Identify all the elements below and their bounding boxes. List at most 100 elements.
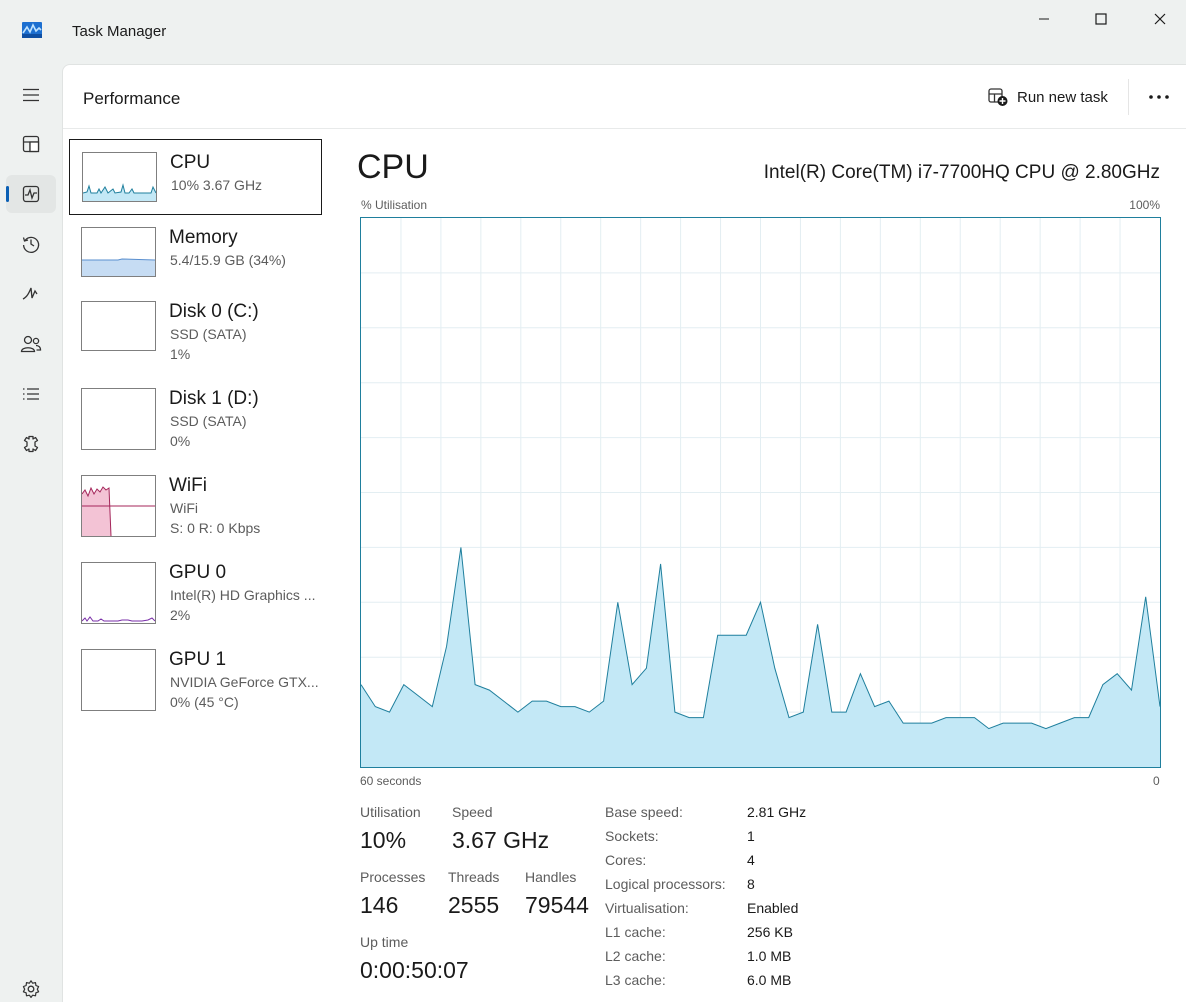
- resource-item-gpu0[interactable]: GPU 0 Intel(R) HD Graphics ... 2%: [69, 552, 322, 628]
- spec-value: 4: [747, 852, 755, 868]
- resource-detail: Intel(R) HD Graphics ...: [170, 587, 316, 603]
- speed-value: 3.67 GHz: [452, 827, 550, 853]
- resource-name: GPU 0: [169, 562, 227, 583]
- cpu-graph-svg: [360, 218, 1161, 767]
- task-manager-icon: [22, 22, 42, 38]
- maximize-button[interactable]: [1078, 8, 1124, 30]
- spec-value: 8: [747, 876, 755, 892]
- navigation-rail: [0, 64, 62, 1002]
- cpu-utilisation-graph: [360, 217, 1161, 768]
- spec-label: Logical processors:: [605, 876, 726, 892]
- resource-name: Memory: [169, 227, 238, 248]
- resource-name: Disk 1 (D:): [169, 388, 259, 409]
- resource-item-gpu1[interactable]: GPU 1 NVIDIA GeForce GTX... 0% (45 °C): [69, 639, 322, 715]
- spec-label: Base speed:: [605, 804, 683, 820]
- utilisation-label: Utilisation: [360, 804, 421, 820]
- processes-label: Processes: [360, 869, 426, 885]
- gpu0-thumbnail: [81, 562, 156, 624]
- cpu-model: Intel(R) Core(TM) i7-7700HQ CPU @ 2.80GH…: [763, 162, 1160, 183]
- resource-name: CPU: [170, 152, 211, 173]
- window-title: Task Manager: [72, 23, 167, 40]
- spec-label: Sockets:: [605, 828, 659, 844]
- nav-users[interactable]: [6, 325, 56, 363]
- resource-detail: 10% 3.67 GHz: [171, 177, 263, 193]
- spec-value: 1.0 MB: [747, 948, 792, 964]
- spec-label: L3 cache:: [605, 972, 666, 988]
- nav-details[interactable]: [6, 375, 56, 413]
- processes-value: 146: [360, 892, 399, 918]
- run-new-task-button[interactable]: Run new task: [987, 83, 1108, 111]
- resource-item-disk0[interactable]: Disk 0 (C:) SSD (SATA) 1%: [69, 291, 322, 367]
- resource-name: GPU 1: [169, 649, 227, 670]
- spec-value: 1: [747, 828, 755, 844]
- resource-detail: SSD (SATA): [170, 413, 247, 429]
- threads-label: Threads: [448, 869, 500, 885]
- page-title: Performance: [83, 89, 181, 108]
- resource-item-wifi[interactable]: WiFi WiFi S: 0 R: 0 Kbps: [69, 465, 322, 541]
- main-content: Performance Run new task CPU 10% 3.67 GH…: [62, 64, 1186, 1002]
- resource-usage: 2%: [170, 607, 191, 623]
- uptime-value: 0:00:50:07: [360, 957, 469, 983]
- cpu-thumbnail: [82, 152, 157, 202]
- services-icon: [23, 435, 39, 453]
- settings-gear-icon: [22, 980, 40, 998]
- users-icon: [20, 335, 42, 353]
- utilisation-value: 10%: [360, 827, 407, 853]
- handles-value: 79544: [525, 892, 589, 918]
- graph-axis-end: 0: [1153, 774, 1160, 788]
- close-button[interactable]: [1137, 8, 1183, 30]
- resource-detail: WiFi: [170, 500, 198, 516]
- graph-label-max: 100%: [1129, 198, 1160, 212]
- uptime-label: Up time: [360, 934, 409, 950]
- resource-usage: 0%: [170, 433, 191, 449]
- spec-value: 6.0 MB: [747, 972, 792, 988]
- disk1-thumbnail: [81, 388, 156, 450]
- threads-value: 2555: [448, 892, 500, 918]
- resource-usage: 0% (45 °C): [170, 694, 239, 710]
- nav-processes[interactable]: [6, 125, 56, 163]
- nav-performance[interactable]: [6, 175, 56, 213]
- resource-detail: 5.4/15.9 GB (34%): [170, 252, 286, 268]
- detail-title: CPU: [357, 148, 429, 186]
- spec-value: 2.81 GHz: [747, 804, 807, 820]
- graph-axis-start: 60 seconds: [360, 774, 422, 788]
- nav-menu-button[interactable]: [6, 76, 56, 114]
- nav-settings[interactable]: [6, 970, 56, 1002]
- wifi-thumbnail: [81, 475, 156, 537]
- resource-detail: SSD (SATA): [170, 326, 247, 342]
- handles-label: Handles: [525, 869, 577, 885]
- resource-name: Disk 0 (C:): [169, 301, 259, 322]
- hamburger-icon: [23, 88, 39, 102]
- nav-startup-apps[interactable]: [6, 275, 56, 313]
- nav-app-history[interactable]: [6, 225, 56, 263]
- resource-item-cpu[interactable]: CPU 10% 3.67 GHz: [69, 139, 322, 215]
- page-header: Performance Run new task: [63, 65, 1186, 129]
- resource-usage: 1%: [170, 346, 191, 362]
- spec-label: L1 cache:: [605, 924, 666, 940]
- more-icon: [1149, 95, 1169, 99]
- maximize-icon: [1095, 13, 1107, 25]
- graph-label-utilisation: % Utilisation: [361, 198, 428, 212]
- close-icon: [1154, 13, 1166, 25]
- resource-usage: S: 0 R: 0 Kbps: [170, 520, 261, 536]
- app-history-icon: [22, 236, 40, 253]
- nav-services[interactable]: [6, 425, 56, 463]
- performance-icon: [22, 185, 40, 203]
- details-icon: [23, 388, 39, 400]
- run-new-task-label: Run new task: [1017, 88, 1108, 106]
- minimize-button[interactable]: [1021, 8, 1067, 30]
- spec-label: Cores:: [605, 852, 647, 868]
- more-options-button[interactable]: [1141, 85, 1177, 109]
- header-divider: [1128, 79, 1129, 115]
- resource-name: WiFi: [169, 475, 207, 496]
- spec-label: L2 cache:: [605, 948, 666, 964]
- spec-value: Enabled: [747, 900, 799, 916]
- run-new-task-icon: [988, 88, 1008, 106]
- disk0-thumbnail: [81, 301, 156, 351]
- spec-label: Virtualisation:: [605, 900, 689, 916]
- memory-thumbnail: [81, 227, 156, 277]
- spec-value: 256 KB: [747, 924, 793, 940]
- resource-item-memory[interactable]: Memory 5.4/15.9 GB (34%): [69, 215, 322, 291]
- title-bar: Task Manager: [0, 0, 1186, 64]
- resource-item-disk1[interactable]: Disk 1 (D:) SSD (SATA) 0%: [69, 378, 322, 454]
